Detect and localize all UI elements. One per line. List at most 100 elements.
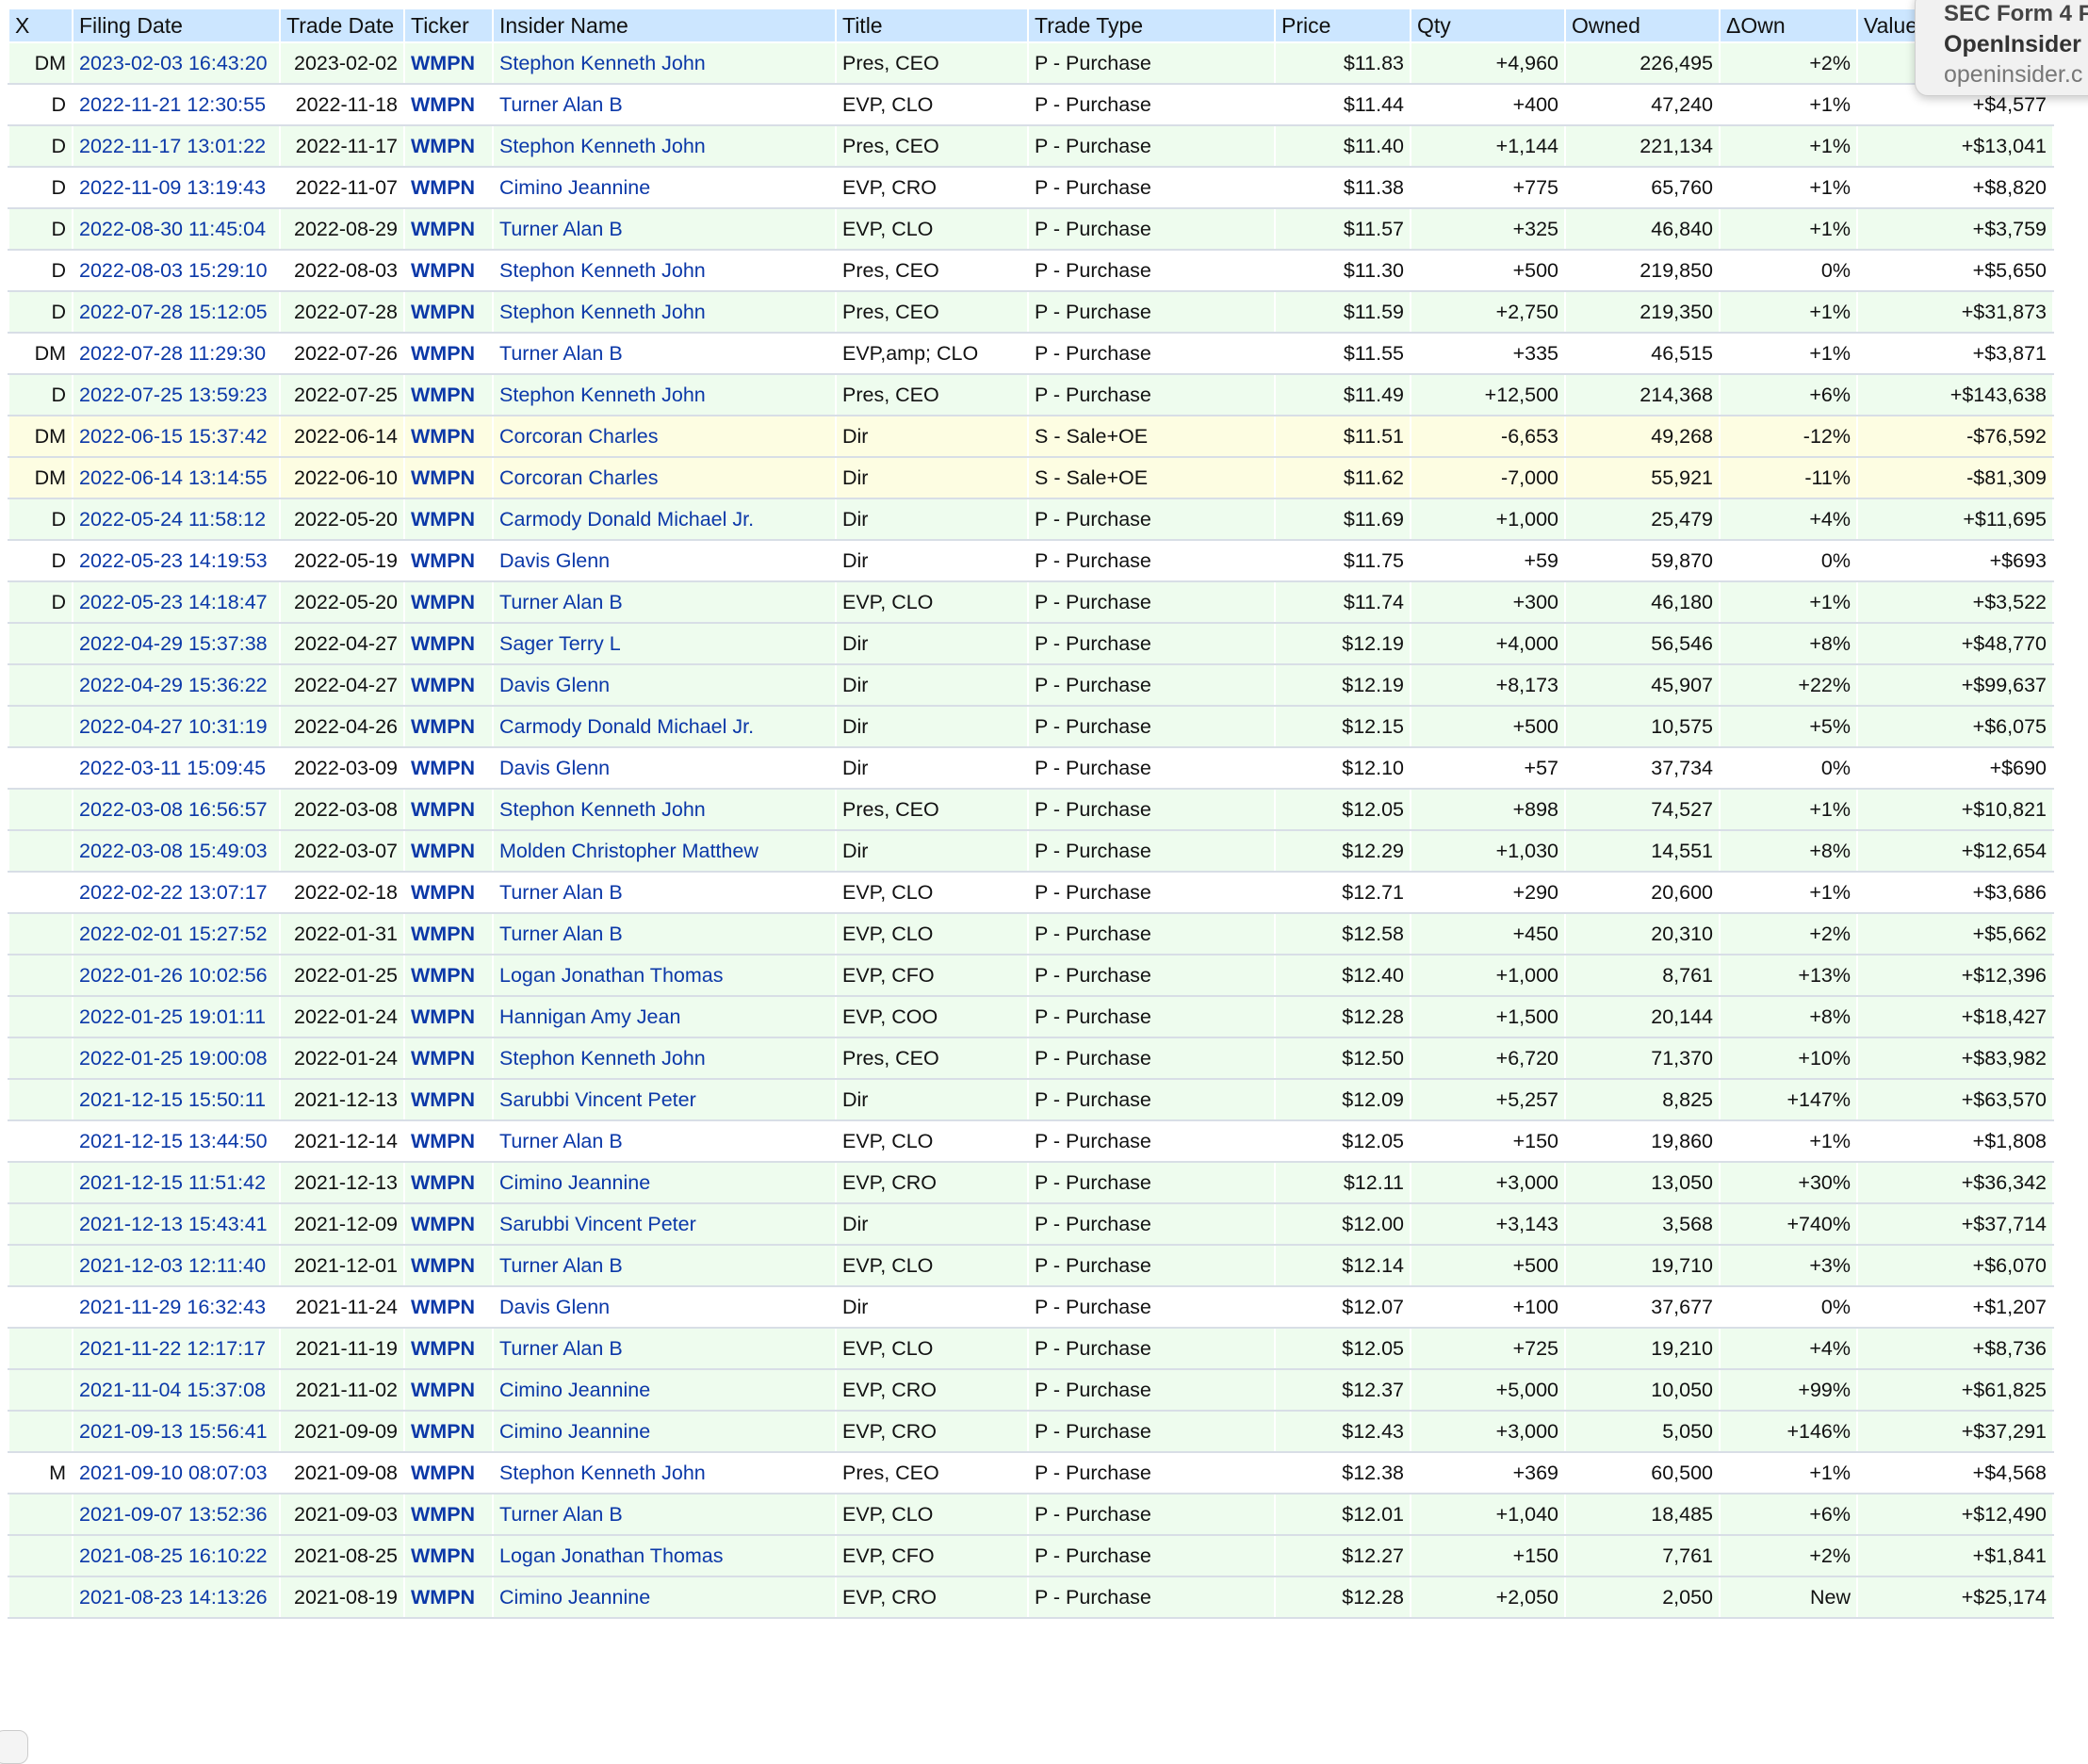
row-insider-name-link[interactable]: Carmody Donald Michael Jr. <box>499 715 754 738</box>
row-ticker-link[interactable]: WMPN <box>411 1544 475 1567</box>
row-insider-name-link[interactable]: Stephon Kenneth John <box>499 798 706 821</box>
col-trade-type-header[interactable]: Trade Type <box>1027 8 1276 43</box>
row-filing-date-link[interactable]: 2022-03-11 15:09:45 <box>79 757 266 779</box>
row-filing-date-link[interactable]: 2022-04-27 10:31:19 <box>79 715 268 738</box>
col-insider-name-header[interactable]: Insider Name <box>492 8 837 43</box>
row-ticker-link[interactable]: WMPN <box>411 466 475 489</box>
row-filing-date-link[interactable]: 2021-12-13 15:43:41 <box>79 1213 268 1235</box>
row-ticker-link[interactable]: WMPN <box>411 1088 475 1111</box>
row-filing-date-link[interactable]: 2022-11-09 13:19:43 <box>79 176 266 199</box>
row-insider-name-link[interactable]: Davis Glenn <box>499 757 610 779</box>
row-insider-name-link[interactable]: Turner Alan B <box>499 1130 623 1152</box>
row-insider-name-link[interactable]: Stephon Kenneth John <box>499 301 706 323</box>
row-ticker-link[interactable]: WMPN <box>411 1503 475 1526</box>
row-filing-date-link[interactable]: 2021-09-13 15:56:41 <box>79 1420 268 1443</box>
row-filing-date-link[interactable]: 2021-11-22 12:17:17 <box>79 1337 266 1360</box>
row-insider-name-link[interactable]: Corcoran Charles <box>499 466 658 489</box>
row-filing-date-link[interactable]: 2021-09-07 13:52:36 <box>79 1503 268 1526</box>
row-filing-date-link[interactable]: 2022-07-25 13:59:23 <box>79 384 268 406</box>
row-ticker-link[interactable]: WMPN <box>411 425 475 448</box>
row-ticker-link[interactable]: WMPN <box>411 342 475 365</box>
row-filing-date-link[interactable]: 2022-05-23 14:18:47 <box>79 591 268 613</box>
row-filing-date-link[interactable]: 2022-08-30 11:45:04 <box>79 218 266 240</box>
row-ticker-link[interactable]: WMPN <box>411 1337 475 1360</box>
row-ticker-link[interactable]: WMPN <box>411 384 475 406</box>
row-filing-date-link[interactable]: 2022-07-28 11:29:30 <box>79 342 266 365</box>
row-insider-name-link[interactable]: Turner Alan B <box>499 1337 623 1360</box>
row-filing-date-link[interactable]: 2022-05-24 11:58:12 <box>79 508 266 531</box>
row-filing-date-link[interactable]: 2022-11-17 13:01:22 <box>79 135 266 157</box>
col-ticker-header[interactable]: Ticker <box>403 8 494 43</box>
row-insider-name-link[interactable]: Turner Alan B <box>499 218 623 240</box>
col-filing-date-header[interactable]: Filing Date <box>72 8 281 43</box>
row-insider-name-link[interactable]: Turner Alan B <box>499 881 623 904</box>
row-filing-date-link[interactable]: 2021-11-04 15:37:08 <box>79 1379 266 1401</box>
row-insider-name-link[interactable]: Turner Alan B <box>499 342 623 365</box>
row-insider-name-link[interactable]: Turner Alan B <box>499 1254 623 1277</box>
row-filing-date-link[interactable]: 2022-08-03 15:29:10 <box>79 259 268 282</box>
row-ticker-link[interactable]: WMPN <box>411 93 475 116</box>
row-ticker-link[interactable]: WMPN <box>411 881 475 904</box>
row-insider-name-link[interactable]: Logan Jonathan Thomas <box>499 1544 723 1567</box>
row-insider-name-link[interactable]: Sarubbi Vincent Peter <box>499 1088 696 1111</box>
row-ticker-link[interactable]: WMPN <box>411 301 475 323</box>
row-ticker-link[interactable]: WMPN <box>411 1047 475 1070</box>
row-insider-name-link[interactable]: Turner Alan B <box>499 1503 623 1526</box>
row-insider-name-link[interactable]: Cimino Jeannine <box>499 1586 650 1609</box>
col-delta-own-header[interactable]: ΔOwn <box>1719 8 1858 43</box>
row-insider-name-link[interactable]: Stephon Kenneth John <box>499 384 706 406</box>
row-ticker-link[interactable]: WMPN <box>411 798 475 821</box>
row-ticker-link[interactable]: WMPN <box>411 840 475 862</box>
row-ticker-link[interactable]: WMPN <box>411 1171 475 1194</box>
row-filing-date-link[interactable]: 2023-02-03 16:43:20 <box>79 52 268 74</box>
row-insider-name-link[interactable]: Davis Glenn <box>499 1296 610 1318</box>
row-filing-date-link[interactable]: 2022-05-23 14:19:53 <box>79 549 268 572</box>
row-filing-date-link[interactable]: 2021-12-15 15:50:11 <box>79 1088 266 1111</box>
row-insider-name-link[interactable]: Cimino Jeannine <box>499 1379 650 1401</box>
row-ticker-link[interactable]: WMPN <box>411 923 475 945</box>
row-insider-name-link[interactable]: Stephon Kenneth John <box>499 135 706 157</box>
row-insider-name-link[interactable]: Sarubbi Vincent Peter <box>499 1213 696 1235</box>
col-trade-date-header[interactable]: Trade Date <box>279 8 405 43</box>
row-insider-name-link[interactable]: Logan Jonathan Thomas <box>499 964 723 987</box>
row-filing-date-link[interactable]: 2022-06-15 15:37:42 <box>79 425 268 448</box>
row-ticker-link[interactable]: WMPN <box>411 1462 475 1484</box>
row-ticker-link[interactable]: WMPN <box>411 1005 475 1028</box>
col-qty-header[interactable]: Qty <box>1410 8 1566 43</box>
row-filing-date-link[interactable]: 2022-11-21 12:30:55 <box>79 93 266 116</box>
row-insider-name-link[interactable]: Carmody Donald Michael Jr. <box>499 508 754 531</box>
row-ticker-link[interactable]: WMPN <box>411 1379 475 1401</box>
row-ticker-link[interactable]: WMPN <box>411 1296 475 1318</box>
col-x-header[interactable]: X <box>8 8 73 43</box>
row-ticker-link[interactable]: WMPN <box>411 1213 475 1235</box>
row-insider-name-link[interactable]: Stephon Kenneth John <box>499 1462 706 1484</box>
row-filing-date-link[interactable]: 2022-01-25 19:00:08 <box>79 1047 268 1070</box>
row-ticker-link[interactable]: WMPN <box>411 218 475 240</box>
col-price-header[interactable]: Price <box>1274 8 1411 43</box>
row-ticker-link[interactable]: WMPN <box>411 1586 475 1609</box>
row-insider-name-link[interactable]: Molden Christopher Matthew <box>499 840 759 862</box>
row-ticker-link[interactable]: WMPN <box>411 549 475 572</box>
row-ticker-link[interactable]: WMPN <box>411 1420 475 1443</box>
row-filing-date-link[interactable]: 2021-12-15 13:44:50 <box>79 1130 268 1152</box>
row-insider-name-link[interactable]: Stephon Kenneth John <box>499 259 706 282</box>
row-filing-date-link[interactable]: 2022-01-25 19:01:11 <box>79 1005 266 1028</box>
row-filing-date-link[interactable]: 2022-04-29 15:36:22 <box>79 674 268 696</box>
row-filing-date-link[interactable]: 2022-06-14 13:14:55 <box>79 466 268 489</box>
row-filing-date-link[interactable]: 2021-11-29 16:32:43 <box>79 1296 266 1318</box>
row-filing-date-link[interactable]: 2022-02-22 13:07:17 <box>79 881 268 904</box>
row-filing-date-link[interactable]: 2021-08-23 14:13:26 <box>79 1586 268 1609</box>
row-ticker-link[interactable]: WMPN <box>411 715 475 738</box>
row-ticker-link[interactable]: WMPN <box>411 964 475 987</box>
row-ticker-link[interactable]: WMPN <box>411 1130 475 1152</box>
row-insider-name-link[interactable]: Davis Glenn <box>499 549 610 572</box>
row-insider-name-link[interactable]: Turner Alan B <box>499 591 623 613</box>
col-owned-header[interactable]: Owned <box>1564 8 1721 43</box>
row-ticker-link[interactable]: WMPN <box>411 591 475 613</box>
row-insider-name-link[interactable]: Stephon Kenneth John <box>499 1047 706 1070</box>
row-ticker-link[interactable]: WMPN <box>411 135 475 157</box>
row-insider-name-link[interactable]: Cimino Jeannine <box>499 176 650 199</box>
row-insider-name-link[interactable]: Cimino Jeannine <box>499 1171 650 1194</box>
scroll-corner-handle[interactable] <box>0 1730 28 1764</box>
row-insider-name-link[interactable]: Turner Alan B <box>499 923 623 945</box>
